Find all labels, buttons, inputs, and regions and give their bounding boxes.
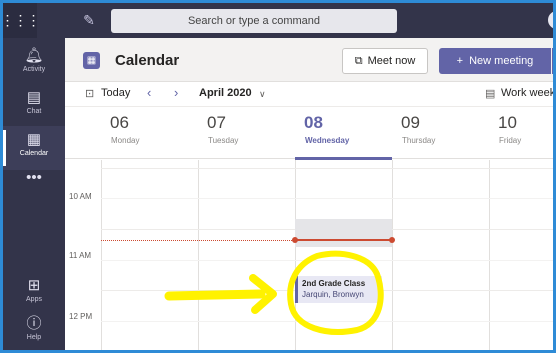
rail-item-label: Help (26, 334, 42, 341)
calendar-app-icon: ▦ (83, 52, 100, 69)
chat-icon: ▤ (26, 89, 42, 106)
day-column-header[interactable]: 10 Friday (489, 107, 553, 159)
column-divider (295, 160, 296, 350)
today-icon[interactable]: ⊡ (85, 87, 94, 100)
help-icon: ⓘ (26, 315, 42, 332)
month-selector[interactable]: April 2020 (199, 87, 252, 99)
day-name: Tuesday (208, 136, 239, 145)
grid-dots-icon: ⋮⋮⋮ (0, 12, 41, 28)
apps-icon: ⊞ (27, 277, 41, 294)
meet-now-button[interactable]: ⧉ Meet now (342, 48, 428, 74)
rail-item-chat[interactable]: ▤ Chat (3, 84, 65, 128)
rail-item-help[interactable]: ⓘ Help (3, 310, 65, 350)
rail-item-label: Calendar (19, 150, 49, 157)
search-placeholder: Search or type a command (187, 15, 321, 27)
rail-item-label: Apps (26, 296, 42, 303)
day-column-header[interactable]: 06 Monday (101, 107, 198, 159)
rail-item-calendar[interactable]: ▦ Calendar (3, 126, 65, 170)
rail-item-activity[interactable]: 🔔︎ Activity (3, 42, 65, 86)
calendar-icon: ▦ (26, 131, 42, 148)
day-column-header[interactable]: 09 Thursday (392, 107, 489, 159)
calendar-event[interactable]: 2nd Grade Class Jarquin, Bronwyn (295, 276, 382, 303)
time-label: 10 AM (69, 192, 92, 201)
plus-icon: + (456, 55, 464, 67)
teams-window: ⋮⋮⋮ ✎ Search or type a command 🔔︎ Activi… (0, 0, 556, 353)
rail-item-more[interactable]: ••• (3, 166, 65, 192)
day-name: Wednesday (305, 136, 350, 145)
current-time-marker (389, 237, 395, 243)
day-number: 08 (304, 113, 323, 132)
calendar-main: ▦ Calendar ⧉ Meet now + New meeting ⌄ ⊡ … (65, 38, 553, 350)
more-icon: ••• (26, 169, 42, 186)
event-organizer: Jarquin, Bronwyn (302, 290, 364, 299)
half-hour-line (101, 260, 553, 261)
column-divider (489, 160, 490, 350)
chevron-right-icon[interactable]: › (174, 85, 178, 100)
day-name: Thursday (402, 136, 436, 145)
new-meeting-button[interactable]: + New meeting (439, 48, 551, 74)
meet-now-label: Meet now (367, 55, 416, 67)
day-number: 10 (498, 113, 517, 132)
day-column-header-today[interactable]: 08 Wednesday (295, 107, 392, 160)
half-hour-line (101, 321, 553, 322)
column-divider (198, 160, 199, 350)
day-header-row: 06 Monday 07 Tuesday 08 Wednesday 09 Thu… (65, 107, 553, 160)
app-launcher-button[interactable]: ⋮⋮⋮ (0, 3, 41, 38)
calendar-view-icon[interactable]: ▤ (485, 87, 495, 100)
rail-item-label: Activity (22, 66, 46, 73)
rail-item-label: Chat (26, 108, 42, 115)
time-label: 12 PM (69, 312, 93, 321)
avatar[interactable] (546, 9, 553, 31)
day-name: Friday (499, 136, 522, 145)
view-selector[interactable]: Work week (501, 87, 553, 99)
new-meeting-label: New meeting (469, 55, 534, 67)
calendar-nav-bar: ⊡ Today ‹ › April 2020 ∨ ▤ Work week (65, 82, 553, 107)
calendar-grid[interactable]: 10 AM 11 AM 12 PM 2nd Grade Class Jarqui… (65, 160, 553, 350)
day-name: Monday (111, 136, 140, 145)
page-title: Calendar (115, 52, 180, 69)
compose-icon[interactable]: ✎ (79, 10, 99, 30)
current-time-line-today (295, 239, 392, 241)
top-bar: ⋮⋮⋮ ✎ Search or type a command (0, 3, 553, 38)
day-number: 07 (207, 113, 226, 132)
app-rail: 🔔︎ Activity ▤ Chat ▦ Calendar ••• ⊞ Apps… (3, 38, 65, 350)
video-camera-icon: ⧉ (354, 54, 363, 67)
free-busy-slot (295, 219, 392, 247)
new-meeting-dropdown-button[interactable]: ⌄ (552, 48, 553, 74)
day-number: 06 (110, 113, 129, 132)
search-input[interactable]: Search or type a command (111, 9, 397, 33)
bell-icon: 🔔︎ (24, 47, 44, 64)
event-title: 2nd Grade Class (302, 279, 366, 288)
half-hour-line (101, 198, 553, 199)
column-divider (101, 160, 102, 350)
chevron-left-icon[interactable]: ‹ (147, 85, 151, 100)
time-label: 11 AM (69, 251, 92, 260)
current-time-marker (292, 237, 298, 243)
day-column-header[interactable]: 07 Tuesday (198, 107, 295, 159)
today-button[interactable]: Today (101, 87, 130, 99)
day-number: 09 (401, 113, 420, 132)
column-divider (392, 160, 393, 350)
chevron-down-icon[interactable]: ∨ (259, 89, 266, 100)
hour-line (101, 168, 553, 169)
calendar-header: ▦ Calendar ⧉ Meet now + New meeting ⌄ (65, 38, 553, 82)
